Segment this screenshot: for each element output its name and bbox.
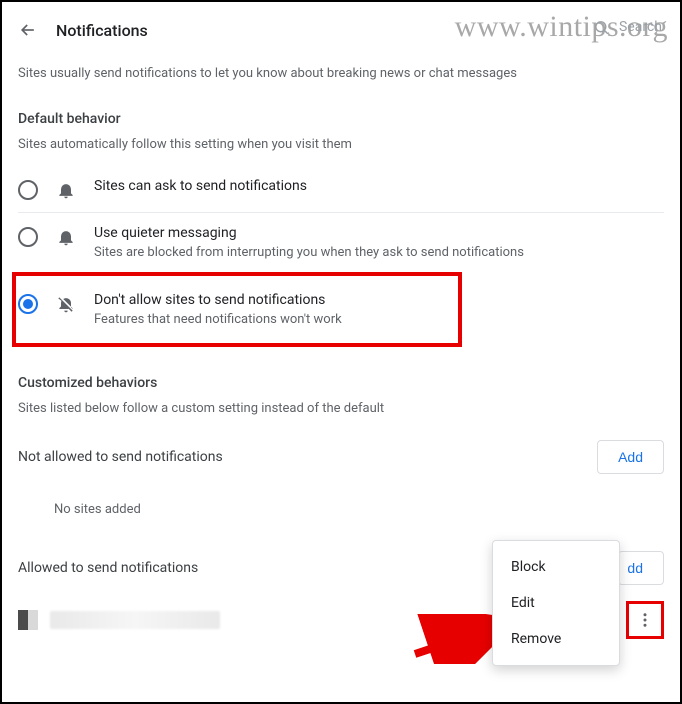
- allowed-add-button[interactable]: dd: [618, 551, 664, 585]
- more-vert-icon: [636, 611, 654, 629]
- search-area[interactable]: Search: [593, 18, 662, 36]
- option-block-label: Don't allow sites to send notifications: [94, 292, 342, 308]
- search-placeholder: Search: [619, 19, 662, 35]
- default-behavior-subtitle: Sites automatically follow this setting …: [18, 137, 664, 152]
- customized-title: Customized behaviors: [18, 375, 664, 391]
- arrow-left-icon: [18, 20, 38, 40]
- option-block-sub: Features that need notifications won't w…: [94, 312, 342, 327]
- intro-text: Sites usually send notifications to let …: [18, 66, 664, 81]
- context-menu: Block Edit Remove: [492, 540, 620, 666]
- site-favicon: [18, 610, 38, 630]
- option-quieter-sub: Sites are blocked from interrupting you …: [94, 245, 524, 260]
- highlight-kebab-box: [626, 601, 664, 639]
- menu-block[interactable]: Block: [493, 549, 619, 585]
- allowed-title: Allowed to send notifications: [18, 560, 198, 576]
- customized-subtitle: Sites listed below follow a custom setti…: [18, 401, 664, 416]
- option-quieter[interactable]: Use quieter messaging Sites are blocked …: [18, 212, 664, 272]
- back-button[interactable]: [18, 20, 38, 40]
- menu-remove[interactable]: Remove: [493, 621, 619, 657]
- radio-quieter[interactable]: [18, 227, 38, 247]
- site-name-obscured: [50, 611, 220, 629]
- option-ask-label: Sites can ask to send notifications: [94, 178, 307, 194]
- bell-icon: [56, 227, 76, 247]
- option-ask[interactable]: Sites can ask to send notifications: [18, 166, 664, 212]
- bell-off-icon: [56, 294, 76, 314]
- not-allowed-empty: No sites added: [18, 480, 664, 527]
- bell-icon: [56, 180, 76, 200]
- highlight-box: Don't allow sites to send notifications …: [12, 272, 462, 347]
- radio-ask[interactable]: [18, 180, 38, 200]
- search-icon: [593, 18, 611, 36]
- menu-edit[interactable]: Edit: [493, 585, 619, 621]
- header: Notifications: [18, 2, 664, 58]
- radio-block[interactable]: [18, 294, 38, 314]
- site-actions-button[interactable]: [631, 606, 659, 634]
- option-quieter-label: Use quieter messaging: [94, 225, 524, 241]
- not-allowed-add-button[interactable]: Add: [597, 440, 664, 474]
- default-behavior-title: Default behavior: [18, 111, 664, 127]
- not-allowed-title: Not allowed to send notifications: [18, 449, 223, 465]
- default-behavior-options: Sites can ask to send notifications Use …: [18, 166, 664, 347]
- option-block[interactable]: Don't allow sites to send notifications …: [18, 280, 458, 339]
- page-title: Notifications: [56, 21, 148, 40]
